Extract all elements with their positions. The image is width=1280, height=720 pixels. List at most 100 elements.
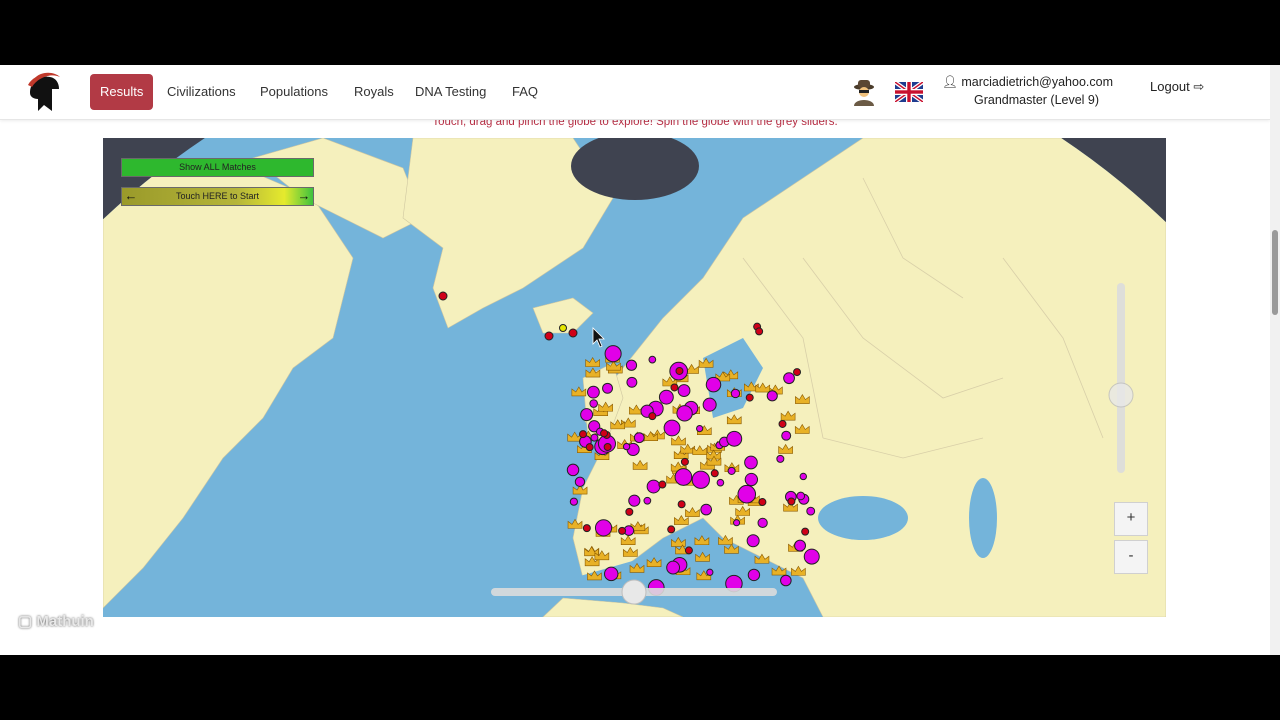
match-circle-marker[interactable] (737, 484, 757, 504)
match-circle-marker[interactable] (806, 506, 816, 516)
population-marker[interactable] (680, 457, 689, 466)
globe-svg[interactable] (103, 138, 1166, 617)
vertical-slider-handle[interactable] (1108, 382, 1134, 408)
match-circle-marker[interactable] (676, 405, 693, 422)
population-marker[interactable] (778, 419, 787, 428)
match-circle-marker[interactable] (803, 548, 820, 565)
population-marker[interactable] (670, 383, 679, 392)
match-circle-marker[interactable] (594, 519, 613, 537)
match-circle-marker[interactable] (674, 468, 693, 486)
population-marker[interactable] (667, 525, 676, 534)
zoom-in-button[interactable]: + (1114, 502, 1148, 536)
population-marker[interactable] (600, 429, 609, 438)
population-marker[interactable] (684, 546, 693, 555)
match-circle-marker[interactable] (730, 388, 741, 399)
match-circle-marker[interactable] (677, 384, 691, 397)
match-circle-marker[interactable] (648, 355, 657, 364)
match-circle-marker[interactable] (643, 496, 652, 505)
match-circle-marker[interactable] (796, 491, 806, 501)
globe-map[interactable]: Show ALL Matches ← Touch HERE to Start →… (103, 138, 1166, 617)
match-circle-marker[interactable] (666, 560, 681, 575)
population-marker[interactable] (618, 526, 627, 535)
population-marker[interactable] (787, 497, 796, 506)
match-circle-marker[interactable] (702, 397, 717, 412)
zoom-out-button[interactable]: - (1114, 540, 1148, 574)
match-circle-marker[interactable] (727, 466, 736, 475)
match-circle-marker[interactable] (757, 517, 768, 529)
nav-results[interactable]: Results (90, 74, 154, 110)
population-marker[interactable] (544, 331, 554, 341)
match-circle-marker[interactable] (747, 568, 761, 582)
match-circle-marker[interactable] (625, 359, 638, 371)
population-marker[interactable] (438, 291, 448, 301)
scrollbar-thumb[interactable] (1272, 230, 1278, 315)
prev-arrow-icon[interactable]: ← (122, 188, 140, 205)
match-circle-marker[interactable] (783, 372, 795, 385)
nav-populations[interactable]: Populations (250, 74, 338, 110)
match-circle-marker[interactable] (716, 478, 725, 487)
match-circle-marker[interactable] (658, 389, 674, 405)
match-circle-marker[interactable] (744, 472, 759, 487)
match-circle-marker[interactable] (604, 566, 619, 582)
nav-dna-testing[interactable]: DNA Testing (405, 74, 496, 110)
population-marker[interactable] (745, 393, 754, 402)
match-circle-marker[interactable] (700, 503, 713, 516)
match-circle-marker[interactable] (780, 574, 792, 587)
match-circle-marker[interactable] (705, 376, 722, 393)
match-circle-marker[interactable] (746, 534, 760, 548)
nav-faq[interactable]: FAQ (502, 74, 548, 110)
nav-royals[interactable]: Royals (344, 74, 404, 110)
nav-civilizations[interactable]: Civilizations (157, 74, 246, 110)
horizontal-slider-handle[interactable] (621, 579, 647, 605)
match-circle-marker[interactable] (733, 519, 741, 527)
match-circle-marker[interactable] (633, 432, 645, 444)
match-circle-marker[interactable] (794, 539, 807, 552)
population-marker[interactable] (568, 328, 578, 338)
match-circle-marker[interactable] (781, 430, 792, 441)
match-circle-marker[interactable] (691, 470, 710, 489)
show-all-matches-button[interactable]: Show ALL Matches (121, 158, 314, 177)
match-circle-marker[interactable] (628, 494, 641, 507)
population-marker[interactable] (648, 412, 657, 421)
match-circle-marker[interactable] (799, 472, 807, 481)
population-marker[interactable] (585, 443, 594, 452)
match-circle-marker[interactable] (706, 568, 714, 576)
match-circle-marker[interactable] (589, 399, 598, 408)
match-circle-marker[interactable] (766, 390, 778, 402)
population-marker[interactable] (625, 507, 634, 516)
match-circle-marker[interactable] (646, 479, 661, 494)
population-marker[interactable] (603, 442, 612, 451)
match-circle-marker[interactable] (566, 463, 580, 477)
vertical-spin-slider[interactable] (1117, 283, 1125, 473)
match-circle-marker[interactable] (744, 455, 758, 470)
population-marker[interactable] (658, 480, 667, 489)
match-circle-marker[interactable] (559, 324, 567, 332)
match-circle-marker[interactable] (626, 376, 638, 388)
page-scrollbar[interactable] (1270, 65, 1280, 655)
match-circle-marker[interactable] (574, 476, 586, 488)
population-marker[interactable] (793, 368, 802, 377)
population-marker[interactable] (582, 524, 591, 533)
population-marker[interactable] (579, 430, 588, 439)
match-circle-marker[interactable] (590, 433, 599, 442)
match-circle-marker[interactable] (663, 419, 681, 437)
population-marker[interactable] (801, 527, 810, 536)
spy-icon[interactable] (850, 78, 878, 106)
match-circle-marker[interactable] (587, 385, 600, 399)
population-marker[interactable] (710, 469, 719, 478)
match-circle-marker[interactable] (604, 345, 622, 363)
match-circle-marker[interactable] (726, 430, 743, 447)
population-marker[interactable] (675, 366, 684, 375)
uk-flag-icon[interactable] (895, 82, 923, 102)
population-marker[interactable] (677, 500, 686, 509)
touch-to-start-button[interactable]: ← Touch HERE to Start → (121, 187, 314, 206)
match-circle-marker[interactable] (602, 382, 613, 394)
match-circle-marker[interactable] (696, 424, 704, 433)
population-marker[interactable] (755, 327, 764, 336)
population-marker[interactable] (758, 498, 767, 507)
next-arrow-icon[interactable]: → (295, 188, 313, 205)
logout-button[interactable]: Logout ⇨ (1150, 79, 1204, 95)
match-circle-marker[interactable] (580, 408, 594, 422)
match-circle-marker[interactable] (569, 497, 578, 506)
match-circle-marker[interactable] (622, 442, 631, 451)
